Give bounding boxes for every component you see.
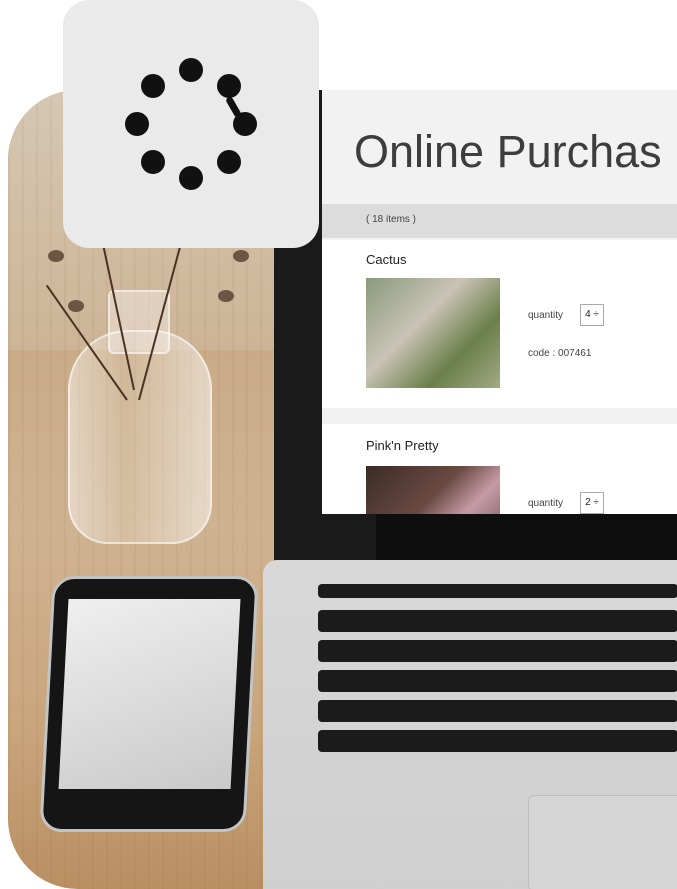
loading-badge [63, 0, 319, 248]
keyboard-key [318, 730, 677, 752]
phone-screen [58, 599, 241, 789]
quantity-label: quantity [528, 498, 564, 509]
keyboard-key [318, 700, 677, 722]
product-card: Cactus quantity 4 ÷ code : 007461 [322, 240, 677, 408]
code-value: 007461 [558, 348, 592, 359]
loading-dot [141, 150, 165, 174]
loading-dot [217, 150, 241, 174]
product-card: Pink'n Pretty quantity 2 ÷ [322, 424, 677, 514]
smartphone [39, 576, 259, 832]
keyboard-key [318, 610, 677, 632]
laptop-screen: Online Purchas ( 18 items ) Cactus quant… [322, 90, 677, 514]
quantity-stepper[interactable]: 4 ÷ [580, 304, 604, 326]
keyboard-key [318, 584, 677, 598]
dried-flower [233, 250, 249, 262]
quantity-label: quantity [528, 310, 564, 321]
dried-flower [218, 290, 234, 302]
quantity-stepper[interactable]: 2 ÷ [580, 492, 604, 514]
code-prefix: code : [528, 348, 556, 359]
keyboard-key [318, 670, 677, 692]
product-name: Pink'n Pretty [366, 438, 439, 453]
loading-dot [179, 166, 203, 190]
glass-vase [68, 330, 212, 544]
product-image [366, 466, 500, 514]
dried-flower [68, 300, 84, 312]
loading-dot [217, 74, 241, 98]
dried-flower [48, 250, 64, 262]
code-label: code : 007461 [528, 348, 591, 359]
product-name: Cactus [366, 252, 407, 267]
loading-dot [141, 74, 165, 98]
loading-dot [125, 112, 149, 136]
keyboard-key [318, 640, 677, 662]
item-count: ( 18 items ) [366, 214, 417, 225]
trackpad [528, 795, 677, 889]
loading-dot [233, 112, 257, 136]
product-image [366, 278, 500, 388]
loading-dot [179, 58, 203, 82]
page-title: Online Purchas [354, 126, 662, 177]
